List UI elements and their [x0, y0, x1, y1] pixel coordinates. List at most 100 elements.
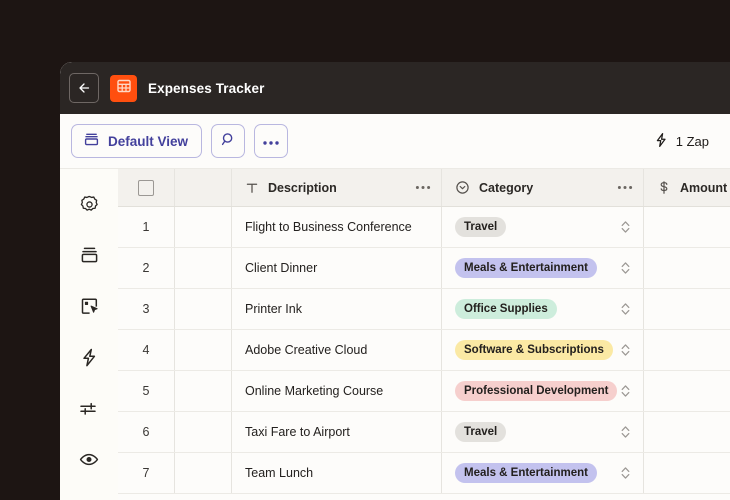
row-blank-cell [175, 207, 232, 247]
amount-cell[interactable]: $ [644, 412, 730, 452]
description-value: Online Marketing Course [245, 384, 384, 398]
description-cell[interactable]: Flight to Business Conference [232, 207, 442, 247]
category-tag-clip: Professional Development [455, 381, 617, 401]
amount-cell[interactable]: $ [644, 453, 730, 493]
description-value: Team Lunch [245, 466, 314, 480]
sliders-icon [78, 398, 100, 424]
category-cell[interactable]: Travel [442, 207, 644, 247]
category-tag: Travel [455, 217, 507, 237]
description-cell[interactable]: Online Marketing Course [232, 371, 442, 411]
app-title: Expenses Tracker [148, 80, 265, 96]
app-window: Expenses Tracker Default View 1 Zap Desc… [60, 62, 730, 500]
category-cell[interactable]: Meals & Entertainment [442, 248, 644, 288]
header-select-all-cell[interactable] [118, 169, 175, 206]
row-number: 1 [142, 220, 150, 234]
category-tag-clip: Office Supplies [455, 299, 557, 319]
category-stepper[interactable] [620, 342, 631, 358]
table-row[interactable]: 6 Taxi Fare to Airport Travel $ [118, 412, 730, 453]
more-options-button[interactable] [254, 124, 289, 158]
category-stepper[interactable] [620, 465, 631, 481]
toolbar: Default View 1 Zap [60, 114, 730, 169]
screen: Expenses Tracker Default View 1 Zap Desc… [0, 0, 730, 500]
category-column-menu[interactable] [617, 185, 633, 190]
row-number-cell[interactable]: 4 [118, 330, 175, 370]
category-cell[interactable]: Software & Subscriptions [442, 330, 644, 370]
category-tag: Travel [455, 422, 507, 442]
category-cell[interactable]: Meals & Entertainment [442, 453, 644, 493]
category-stepper[interactable] [620, 219, 631, 235]
table-row[interactable]: 7 Team Lunch Meals & Entertainment $ [118, 453, 730, 494]
category-cell[interactable]: Travel [442, 412, 644, 452]
table-row[interactable]: 5 Online Marketing Course Professional Dev… [118, 371, 730, 412]
row-number-cell[interactable]: 2 [118, 248, 175, 288]
ellipsis-icon [262, 134, 280, 149]
row-number-cell[interactable]: 5 [118, 371, 175, 411]
amount-cell[interactable]: $2 [644, 371, 730, 411]
toolbar-right-group: 1 Zap [654, 130, 730, 153]
gear-icon [79, 194, 100, 220]
table-row[interactable]: 4 Adobe Creative Cloud Software & Subscrip… [118, 330, 730, 371]
select-all-checkbox[interactable] [138, 179, 154, 196]
row-number-cell[interactable]: 1 [118, 207, 175, 247]
dropdown-type-icon [455, 180, 470, 195]
amount-cell[interactable]: $ [644, 330, 730, 370]
rail-item-preview[interactable] [75, 448, 103, 476]
row-number-cell[interactable]: 6 [118, 412, 175, 452]
description-cell[interactable]: Printer Ink [232, 289, 442, 329]
amount-cell[interactable]: $4 [644, 207, 730, 247]
row-number-cell[interactable]: 7 [118, 453, 175, 493]
table-row[interactable]: 2 Client Dinner Meals & Entertainment $1 [118, 248, 730, 289]
header-description-cell[interactable]: Description [232, 169, 442, 206]
rail-item-zaps[interactable] [75, 346, 103, 374]
row-blank-cell [175, 371, 232, 411]
default-view-button[interactable]: Default View [71, 124, 203, 158]
description-cell[interactable]: Client Dinner [232, 248, 442, 288]
category-stepper[interactable] [620, 424, 631, 440]
row-number: 6 [142, 425, 150, 439]
row-blank-cell [175, 412, 232, 452]
category-stepper[interactable] [620, 301, 631, 317]
row-blank-cell [175, 248, 232, 288]
rail-item-settings[interactable] [75, 193, 103, 221]
table-row[interactable]: 3 Printer Ink Office Supplies $ [118, 289, 730, 330]
rail-item-interface[interactable] [75, 295, 103, 323]
table-grid-icon [116, 78, 132, 99]
category-stepper[interactable] [620, 260, 631, 276]
amount-cell[interactable]: $ [644, 289, 730, 329]
category-stepper[interactable] [620, 383, 631, 399]
category-tag-clip: Travel [455, 422, 507, 442]
header-category-cell[interactable]: Category [442, 169, 644, 206]
app-logo [110, 74, 137, 102]
grid-header-row: Description Category Amount [118, 169, 730, 207]
header-amount-cell[interactable]: Amount [644, 169, 730, 206]
amount-cell[interactable]: $1 [644, 248, 730, 288]
description-cell[interactable]: Taxi Fare to Airport [232, 412, 442, 452]
row-blank-cell [175, 289, 232, 329]
category-tag: Office Supplies [455, 299, 557, 319]
data-grid: Description Category Amount 1 Flight to … [118, 169, 730, 500]
rail-item-filters[interactable] [75, 397, 103, 425]
text-type-icon [245, 181, 259, 195]
rail-item-views[interactable] [75, 244, 103, 272]
description-cell[interactable]: Team Lunch [232, 453, 442, 493]
default-view-label: Default View [108, 133, 189, 149]
interface-cursor-icon [79, 296, 100, 322]
description-cell[interactable]: Adobe Creative Cloud [232, 330, 442, 370]
row-number-cell[interactable]: 3 [118, 289, 175, 329]
body-area: Description Category Amount 1 Flight to … [60, 169, 730, 500]
back-button[interactable] [69, 73, 99, 103]
category-tag-clip: Travel [455, 217, 507, 237]
description-column-menu[interactable] [415, 185, 431, 190]
table-row[interactable]: 1 Flight to Business Conference Travel $4 [118, 207, 730, 248]
zap-count-button[interactable]: 1 Zap [654, 132, 709, 151]
search-button[interactable] [211, 124, 246, 158]
description-value: Client Dinner [245, 261, 318, 275]
category-cell[interactable]: Office Supplies [442, 289, 644, 329]
title-bar: Expenses Tracker [60, 62, 730, 114]
category-tag: Meals & Entertainment [455, 463, 597, 483]
category-cell[interactable]: Professional Development [442, 371, 644, 411]
description-value: Printer Ink [245, 302, 302, 316]
header-category-label: Category [479, 180, 534, 195]
views-stack-icon [83, 131, 100, 151]
back-arrow-icon [76, 80, 92, 96]
